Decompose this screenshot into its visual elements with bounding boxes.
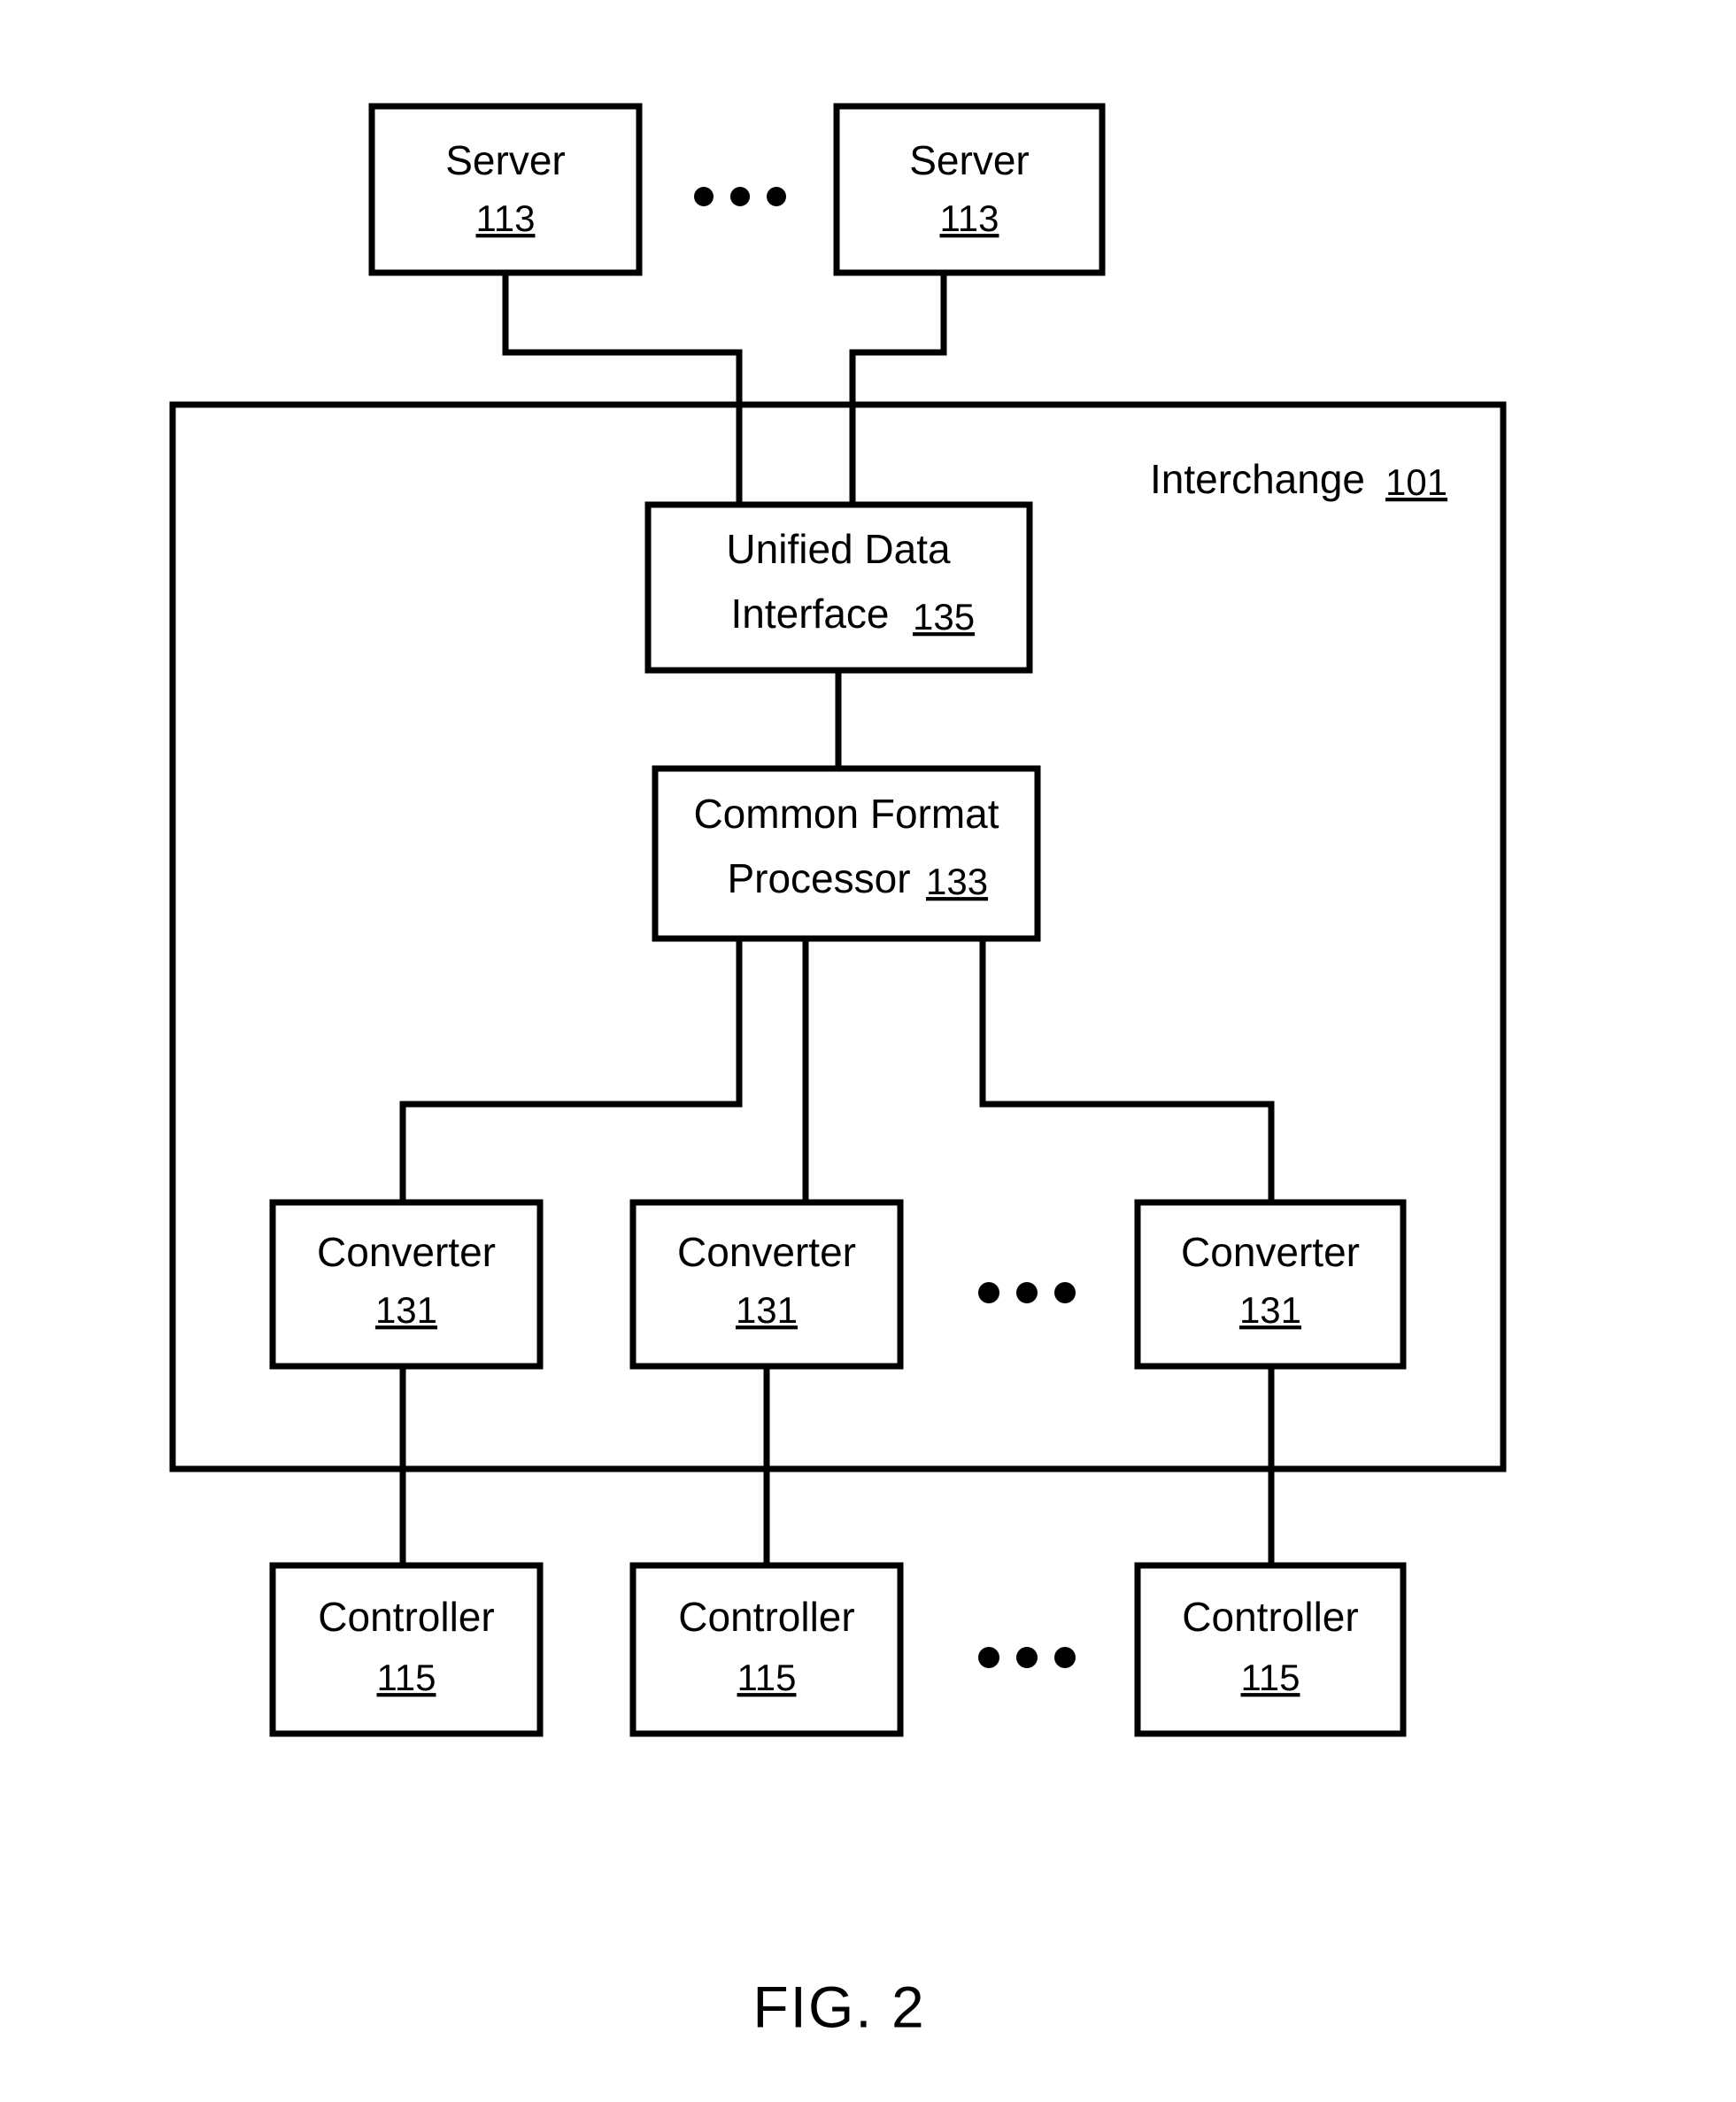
controller-row-ellipsis bbox=[978, 1647, 1076, 1668]
controller-box-2-ref: 115 bbox=[737, 1657, 797, 1698]
server-box-2[interactable] bbox=[833, 103, 1106, 276]
controller-box-1-ref: 115 bbox=[377, 1657, 436, 1698]
converter-box-3[interactable] bbox=[1134, 1199, 1407, 1370]
figure-caption: FIG. 2 bbox=[752, 1974, 925, 2039]
controller-box-3-ref: 115 bbox=[1241, 1657, 1300, 1698]
converter-box-2-ref: 131 bbox=[736, 1289, 798, 1331]
controller-box-2-label: Controller bbox=[678, 1594, 854, 1640]
patent-figure-diagram: Interchange 101 Server 113 Server 113 Un… bbox=[169, 103, 1507, 2039]
common-format-processor-label-line2: Processor bbox=[727, 855, 910, 901]
server-box-2-ref: 113 bbox=[940, 197, 999, 239]
connector-cfp-to-converter-1 bbox=[399, 939, 743, 1202]
interchange-ref: 101 bbox=[1385, 461, 1447, 503]
connector-cfp-to-converter-3 bbox=[979, 939, 1275, 1202]
converter-box-1-label: Converter bbox=[317, 1229, 496, 1275]
converter-box-3-ref: 131 bbox=[1239, 1289, 1301, 1331]
converter-row-ellipsis bbox=[978, 1282, 1076, 1303]
connector-server2-to-unified-data-interface bbox=[849, 273, 947, 505]
controller-box-2[interactable] bbox=[629, 1562, 904, 1737]
unified-data-interface-label-line2: Interface bbox=[731, 591, 890, 637]
converter-box-3-label: Converter bbox=[1181, 1229, 1360, 1275]
interchange-label: Interchange bbox=[1150, 456, 1365, 502]
server-box-1[interactable] bbox=[368, 103, 643, 276]
server-box-1-ref: 113 bbox=[476, 197, 536, 239]
server-box-2-label: Server bbox=[909, 137, 1029, 183]
controller-box-3[interactable] bbox=[1134, 1562, 1407, 1737]
converter-box-2-label: Converter bbox=[677, 1229, 856, 1275]
controller-box-3-label: Controller bbox=[1182, 1594, 1358, 1640]
server-box-1-label: Server bbox=[445, 137, 565, 183]
controller-box-1[interactable] bbox=[269, 1562, 544, 1737]
common-format-processor-ref: 133 bbox=[926, 861, 988, 902]
controller-box-1-label: Controller bbox=[318, 1594, 494, 1640]
figure-root: Interchange 101 Server 113 Server 113 Un… bbox=[0, 0, 1736, 2102]
converter-box-1[interactable] bbox=[269, 1199, 544, 1370]
converter-box-2[interactable] bbox=[629, 1199, 904, 1370]
server-row-ellipsis bbox=[694, 187, 786, 206]
unified-data-interface-label-line1: Unified Data bbox=[726, 526, 951, 572]
unified-data-interface-ref: 135 bbox=[913, 596, 975, 638]
converter-box-1-ref: 131 bbox=[375, 1289, 437, 1331]
common-format-processor-label-line1: Common Format bbox=[693, 791, 999, 837]
connector-server1-to-unified-data-interface bbox=[502, 273, 743, 505]
